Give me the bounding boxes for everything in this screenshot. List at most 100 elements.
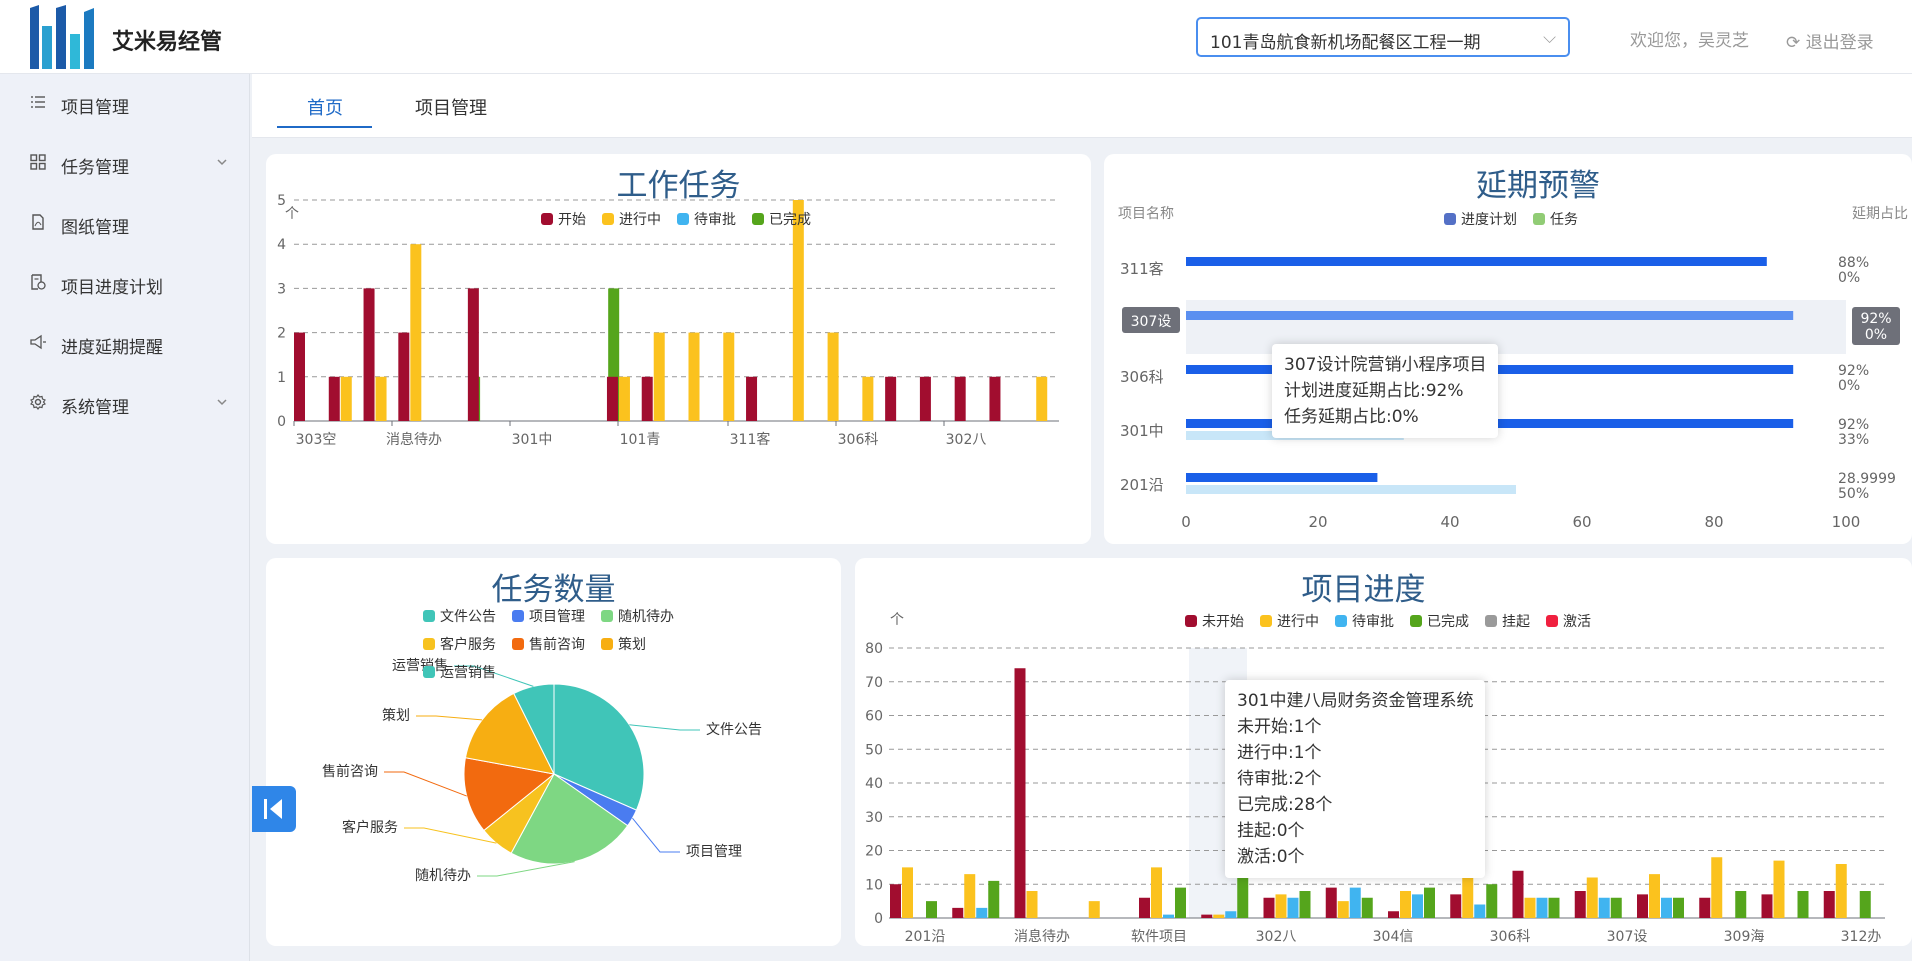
right-value-label: 92% [1838,363,1869,379]
tooltip-line: 计划进度延期占比:92% [1284,381,1464,401]
y-tick-label: 2 [277,326,286,342]
y-tick-label: 30 [865,810,883,826]
legend-label: 售前咨询 [529,636,585,653]
legend-label: 文件公告 [440,609,496,625]
bar [723,332,735,421]
bar [1699,897,1711,918]
bar [398,332,410,421]
tab-project-management[interactable]: 项目管理 [415,94,487,120]
bar [885,376,897,421]
bar [1424,887,1435,918]
legend-swatch [423,610,435,622]
bar [1835,864,1847,918]
right-value-label: 33% [1838,432,1869,448]
chevron-down-icon [217,399,227,406]
pie-label-line [404,827,497,844]
sidebar-item-label: 项目进度计划 [61,278,163,298]
bar [294,332,305,421]
bar [1586,877,1598,918]
legend-swatch [541,213,553,225]
legend-swatch [752,213,764,225]
bar [1225,911,1237,918]
bar [1088,901,1100,918]
schedule-icon [31,274,46,290]
legend-label: 已完成 [769,212,811,228]
x-tick-label: 40 [1440,513,1459,531]
legend-label: 项目管理 [529,609,585,625]
sidebar-item-delay-reminder[interactable]: 进度延期提醒 [0,314,250,370]
legend-swatch [677,213,689,225]
work-tasks-panel: 工作任务 0 1 2 3 4 5 个 303空 消息待办 301中 101青 311客 306科 302八… [266,154,1091,544]
work-tasks-chart: 012345个303空 消息待办 301中 101青 311客 306科 302八开始 进行中… [277,193,1059,448]
x-tick-label: 306科 [1490,929,1531,945]
legend-label: 策划 [618,636,646,653]
y-axis-label: 个 [890,612,904,628]
y-axis-label: 项目名称 [1118,206,1174,222]
sidebar-item-drawing-management[interactable]: 图纸管理 [0,194,250,250]
bar [1400,891,1411,918]
legend-swatch [1185,615,1197,627]
right-value-label: 0% [1838,270,1860,286]
legend-label: 待审批 [1352,614,1394,630]
bar [954,376,966,421]
delay-warning-chart: 项目名称 延期占比进度计划 任务311客 88%0%306科 92%0%301中 92%3… [1118,206,1908,531]
x-tick-label: 303空 [296,432,337,448]
bar [1412,894,1423,918]
bar [1026,891,1038,918]
legend-label: 开始 [558,212,586,228]
brand-name: 艾米易经管 [112,30,223,55]
bar [952,907,964,918]
bar [1014,668,1026,918]
legend-swatch [601,638,613,650]
bar [1536,897,1548,918]
logout-label: 退出登录 [1805,33,1874,53]
y-axis-label: 个 [285,206,299,222]
x-tick-label: 302八 [946,432,987,448]
y-tick-label: 3 [277,281,286,297]
x-tick-label: 80 [1704,513,1723,531]
bar [1859,891,1871,918]
bar [1773,860,1785,918]
sidebar-item-progress-plan[interactable]: 项目进度计划 [0,254,250,310]
legend-label: 客户服务 [440,636,496,653]
bar [1275,894,1287,918]
right-value-label: 92% [1838,417,1869,433]
bar [1823,891,1835,918]
legend-label: 进行中 [619,212,661,228]
task-count-chart: 文件公告项目管理随机待办客户服务售前咨询策划运营销售文件公告 项目管理 随机待办客户… [322,609,762,884]
bar [1036,376,1048,421]
sidebar-item-task-management[interactable]: 任务管理 [0,134,250,190]
pie-label: 随机待办 [415,868,471,884]
bar [1325,887,1337,918]
pie-label: 客户服务 [342,819,398,836]
highlight-value-label: 0% [1865,327,1887,343]
sidebar-item-project-management[interactable]: 项目管理 [0,74,250,130]
bar [1201,914,1213,918]
bar [1574,891,1586,918]
bar [1761,894,1773,918]
legend-label: 已完成 [1427,614,1469,630]
tooltip-line: 301中建八局财务资金管理系统 [1237,691,1474,711]
bar [641,376,653,421]
bar [792,200,804,421]
bar [1548,897,1560,918]
tab-bar: 首页 项目管理 [252,74,1912,138]
collapse-sidebar-button[interactable] [252,786,296,832]
bar [363,288,375,421]
y-tick-label: 0 [874,911,883,927]
bar [989,376,1001,421]
bar [653,332,665,421]
legend-label: 挂起 [1502,614,1530,630]
gear-icon [30,394,46,410]
y-tick-label: 60 [865,709,883,725]
legend-swatch [423,666,435,678]
tooltip-line: 挂起:0个 [1237,821,1305,841]
bar [618,376,630,421]
bar [467,288,479,421]
project-progress-panel: 项目进度 0 10 20 30 40 50 60 70 80 个 201沿 消息待办 软件项目 302八 3… [855,558,1912,946]
project-select[interactable]: 101青岛航食新机场配餐区工程一期 ⌵ [1196,17,1570,57]
sidebar-item-system-management[interactable]: 系统管理 [0,374,250,430]
bar [606,376,618,421]
tab-home[interactable]: 首页 [307,94,343,120]
logout-button[interactable]: ⟳ 退出登录 [1786,28,1874,53]
